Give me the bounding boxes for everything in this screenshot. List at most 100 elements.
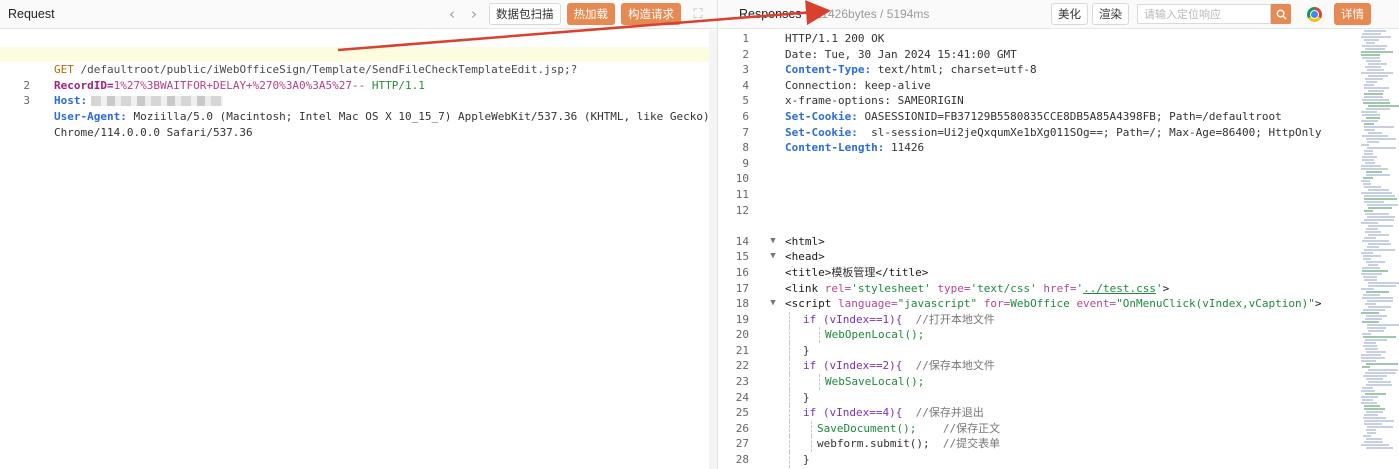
minimap-line	[1363, 417, 1386, 419]
html-tag: </title>	[875, 265, 929, 279]
minimap-line	[1362, 267, 1380, 269]
js-code: }	[803, 343, 810, 357]
minimap-line	[1361, 222, 1378, 224]
request-editor[interactable]: 1 GET /defaultroot/public/iWebOfficeSign…	[0, 30, 712, 139]
forward-arrow-icon[interactable]: ›	[463, 5, 485, 23]
beautify-button[interactable]: 美化	[1051, 3, 1088, 25]
request-scrollbar[interactable]	[709, 30, 717, 469]
chrome-browser-icon[interactable]	[1307, 6, 1322, 22]
minimap-line	[1361, 51, 1393, 53]
minimap-line	[1368, 330, 1384, 332]
minimap-line	[1366, 81, 1377, 83]
minimap-line	[1361, 444, 1389, 446]
minimap-line	[1368, 234, 1389, 236]
minimap-line	[1365, 393, 1386, 395]
minimap-line	[1361, 396, 1378, 398]
render-button[interactable]: 渲染	[1092, 3, 1129, 25]
minimap-line	[1364, 279, 1377, 281]
fold-chevron-icon[interactable]: ▼	[767, 234, 779, 250]
minimap-line	[1362, 45, 1387, 47]
minimap-line	[1366, 351, 1386, 353]
html-tag: <script	[785, 297, 832, 311]
fold-chevron-icon[interactable]: ▼	[767, 296, 779, 312]
js-code: }	[803, 453, 810, 467]
code-line: 7 Set-Cookie: sl-session=Ui2jeQxqumXe1bXg…	[719, 125, 1359, 141]
minimap-line	[1367, 246, 1379, 248]
minimap-line	[1366, 171, 1382, 173]
search-icon[interactable]	[1271, 4, 1291, 24]
header-name: User-Agent:	[54, 109, 127, 123]
line-number: 28	[735, 453, 749, 467]
fold-chevron-icon[interactable]: ▼	[767, 249, 779, 265]
code-line: 11	[719, 187, 1359, 203]
minimap-line	[1364, 342, 1376, 344]
minimap-line	[1364, 150, 1373, 152]
minimap-line	[1362, 114, 1380, 116]
header-line: Date: Tue, 30 Jan 2024 15:41:00 GMT	[785, 47, 1017, 61]
minimap-line	[1364, 195, 1395, 197]
code-line: 23 WebSaveLocal();	[719, 374, 1359, 390]
header-value: Chrome/114.0.0.0 Safari/537.36	[54, 125, 253, 139]
minimap-line	[1363, 255, 1381, 257]
minimap-line	[1368, 381, 1391, 383]
html-attr-value: 'text/css'	[970, 281, 1037, 295]
response-search-input[interactable]	[1137, 4, 1271, 24]
stylesheet-link[interactable]: ../test.css	[1083, 282, 1156, 295]
html-attr: type=	[937, 281, 971, 295]
minimap-line	[1362, 270, 1388, 272]
code-line: 22 if (vIndex==2){ //保存本地文件	[719, 358, 1359, 375]
minimap-line	[1362, 387, 1373, 389]
response-toolbar: Responses 11426bytes / 5194ms 美化 渲染 详情	[719, 0, 1399, 29]
minimap-line	[1363, 294, 1380, 296]
js-code: SaveDocument();	[817, 421, 917, 435]
minimap-line	[1363, 177, 1373, 179]
js-code: if (vIndex==4){	[803, 406, 903, 420]
code-line: 5 x-frame-options: SAMEORIGIN	[719, 93, 1359, 109]
code-line: 1 GET /defaultroot/public/iWebOfficeSign…	[0, 31, 712, 77]
back-arrow-icon[interactable]: ‹	[441, 5, 463, 23]
minimap-line	[1367, 432, 1376, 434]
js-comment: //保存正文	[942, 421, 1001, 435]
line-number: 25	[735, 406, 749, 420]
minimap-line	[1363, 183, 1371, 185]
js-comment: //保存本地文件	[915, 359, 995, 373]
minimap-line	[1363, 102, 1390, 104]
packet-scan-button[interactable]: 数据包扫描	[489, 3, 561, 25]
code-line: 9	[719, 156, 1359, 172]
minimap-line	[1368, 306, 1391, 308]
minimap-line	[1368, 132, 1382, 134]
detail-button[interactable]: 详情	[1334, 3, 1371, 25]
line-number: 2	[742, 47, 749, 61]
code-minimap[interactable]	[1361, 30, 1399, 450]
response-editor[interactable]: 1 HTTP/1.1 200 OK 2 Date: Tue, 30 Jan 2024…	[719, 30, 1359, 468]
minimap-line	[1361, 165, 1381, 167]
minimap-line	[1367, 324, 1399, 326]
code-line: 19 if (vIndex==1){ //打开本地文件	[719, 311, 1359, 328]
html-tag: <link	[785, 281, 819, 295]
expand-icon[interactable]: ⛶	[687, 7, 709, 22]
js-code: }	[803, 390, 810, 404]
code-line: 4 Connection: keep-alive	[719, 78, 1359, 94]
request-title: Request	[8, 7, 55, 21]
header-line: Connection: keep-alive	[785, 78, 931, 92]
minimap-line	[1365, 339, 1387, 341]
minimap-line	[1368, 285, 1396, 287]
line-number: 14	[735, 234, 749, 248]
code-line: 28}	[719, 452, 1359, 468]
html-tag: <html>	[785, 234, 825, 248]
minimap-line	[1364, 129, 1375, 131]
code-line: 20 WebOpenLocal();	[719, 327, 1359, 343]
hot-load-button[interactable]: 热加载	[566, 3, 615, 25]
minimap-line	[1366, 291, 1389, 293]
construct-request-button[interactable]: 构造请求	[621, 3, 681, 25]
minimap-line	[1367, 69, 1384, 71]
minimap-line	[1365, 372, 1396, 374]
minimap-line	[1361, 360, 1376, 362]
code-line: 17 <link rel='stylesheet' type='text/css'…	[719, 281, 1359, 297]
js-code: if (vIndex==1){	[803, 312, 903, 326]
html-attr-value: WebOffice	[1010, 297, 1070, 311]
minimap-line	[1365, 48, 1385, 50]
html-attr-value: 'stylesheet'	[851, 281, 931, 295]
html-attr-value: "javascript"	[897, 297, 978, 311]
minimap-line	[1364, 123, 1374, 125]
